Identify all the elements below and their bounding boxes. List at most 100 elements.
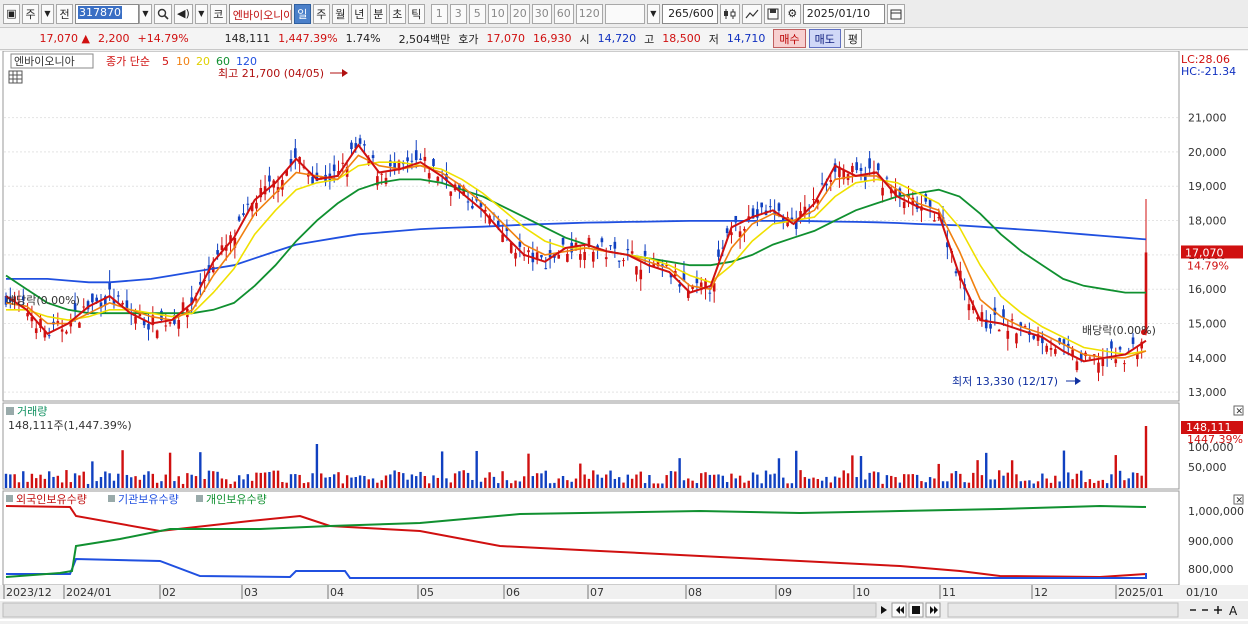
candle-body (1045, 345, 1048, 352)
stock-name-field: 엔바이오니아 (228, 3, 292, 24)
volume-bar (78, 475, 81, 488)
date-field[interactable]: 2025/01/10 (802, 3, 885, 24)
count-field[interactable]: 265/600 (661, 3, 718, 24)
volume-bar (1084, 482, 1087, 488)
high-annotation: 최고 21,700 (04/05) (218, 67, 324, 80)
chart-area[interactable]: 21,00020,00019,00018,00017,00016,00015,0… (0, 50, 1248, 621)
market-ko-button[interactable]: 코 (209, 3, 227, 24)
candle-settings-icon[interactable] (719, 3, 740, 24)
volume-bar (669, 471, 673, 488)
code-dropdown-icon[interactable]: ▼ (139, 3, 152, 24)
buy-button[interactable]: 매수 (773, 29, 806, 48)
volume-bar (920, 481, 923, 488)
volume-bar (898, 482, 902, 488)
interval-button-5[interactable]: 30 (531, 3, 552, 24)
volume-bar (393, 470, 396, 488)
volume-bar (799, 470, 802, 488)
volume-bar (39, 474, 42, 488)
volume-bar (522, 476, 526, 488)
candle-body (609, 245, 612, 247)
draw-tool-icon[interactable] (741, 3, 762, 24)
interval-button-0[interactable]: 1 (430, 3, 448, 24)
zoom-slider[interactable] (947, 602, 1179, 618)
stock-code-input[interactable]: 317870 (75, 3, 139, 24)
candle-body (432, 158, 435, 166)
volume-bar (147, 471, 150, 488)
volume-bar (795, 450, 798, 488)
interval-button-4[interactable]: 20 (509, 3, 530, 24)
volume-bar (846, 473, 850, 488)
gear-icon[interactable]: ⚙ (783, 3, 801, 24)
candle-body (527, 250, 530, 253)
candle-body (1131, 337, 1135, 344)
save-icon[interactable] (763, 3, 782, 24)
legend-ma20: 20 (196, 55, 210, 68)
interval-button-6[interactable]: 60 (553, 3, 574, 24)
volume-bar (1019, 481, 1022, 488)
interval-button-7[interactable]: 120 (575, 3, 603, 24)
calendar-icon[interactable] (886, 3, 905, 24)
candle-body (242, 213, 245, 216)
sell-button[interactable]: 매도 (808, 29, 841, 48)
volume-bar (82, 471, 85, 488)
price-change: 2,200 (98, 32, 130, 45)
volume-bar (367, 479, 370, 488)
candle-body (600, 238, 604, 243)
candle-body (332, 164, 336, 172)
interval-button-3[interactable]: 10 (487, 3, 508, 24)
volume-bar (820, 480, 824, 488)
candle-body (989, 324, 992, 329)
volume-bar (950, 473, 953, 488)
speaker-icon[interactable]: ◀) (174, 3, 193, 24)
period-button-1[interactable]: 주 (312, 3, 330, 24)
volume-bar (134, 476, 137, 488)
period-button-2[interactable]: 월 (331, 3, 349, 24)
candle-body (414, 150, 418, 161)
volume-bar (268, 471, 271, 488)
period-button-5[interactable]: 초 (388, 3, 406, 24)
search-icon[interactable] (154, 3, 172, 24)
volume-bar (471, 479, 474, 488)
window-icon[interactable]: ▣ (3, 3, 20, 24)
volume-bar (656, 483, 660, 488)
volume-bar (371, 478, 375, 488)
volume-bar (307, 482, 310, 488)
eval-button[interactable]: 평 (843, 29, 863, 48)
candle-body (868, 158, 871, 169)
speaker-dropdown-icon[interactable]: ▼ (194, 3, 208, 24)
period-button-6[interactable]: 틱 (407, 3, 425, 24)
interval-custom-field[interactable] (604, 3, 645, 24)
candle-body (419, 158, 422, 160)
volume-bar (1118, 470, 1122, 488)
ju-dropdown-icon[interactable]: ▼ (41, 3, 54, 24)
candle-body (311, 176, 314, 184)
volume-bar (1002, 475, 1005, 488)
ju-button[interactable]: 주 (22, 3, 39, 24)
candle-body (881, 187, 884, 196)
chart-svg[interactable]: 21,00020,00019,00018,00017,00016,00015,0… (0, 50, 1248, 621)
volume-bar (643, 483, 647, 488)
period-button-3[interactable]: 년 (350, 3, 368, 24)
volume-bar (682, 480, 686, 488)
volume-bar (298, 474, 301, 488)
volume-bar (250, 480, 254, 488)
volume-bar (453, 473, 457, 488)
table-view-icon[interactable] (8, 70, 23, 84)
volume-bar (108, 473, 111, 488)
interval-dropdown-icon[interactable]: ▼ (646, 3, 660, 24)
interval-button-1[interactable]: 3 (449, 3, 467, 24)
scrollbar-track[interactable] (2, 602, 877, 618)
volume-bar (207, 470, 211, 488)
candle-body (591, 251, 595, 262)
candle-body (358, 138, 362, 144)
period-button-0[interactable]: 일 (293, 3, 311, 24)
period-button-4[interactable]: 분 (369, 3, 387, 24)
legend-ma-label: 종가 단순 (106, 55, 150, 68)
font-size-icon[interactable]: A (1229, 604, 1238, 618)
volume-bar (890, 475, 893, 488)
interval-button-2[interactable]: 5 (468, 3, 486, 24)
volume-bar (168, 452, 172, 488)
volume-bar (22, 471, 25, 488)
jeon-button[interactable]: 전 (56, 3, 73, 24)
candle-body (855, 162, 858, 171)
